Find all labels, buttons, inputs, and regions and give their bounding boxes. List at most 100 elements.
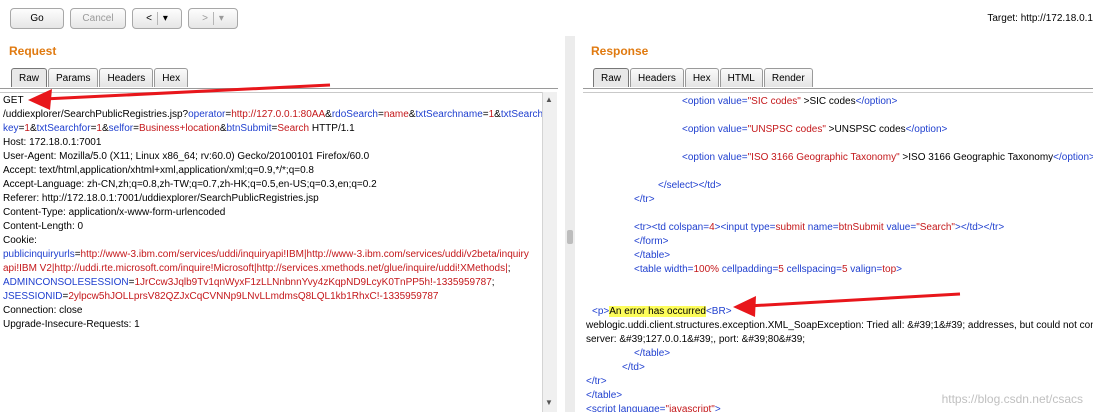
request-line: Accept-Language: zh-CN,zh;q=0.8,zh-TW;q=…	[3, 178, 377, 192]
request-line: JSESSIONID=2ylpcw5hJOLLprsV82QZJxCqCVNNp…	[3, 290, 439, 304]
code-token: </td>	[622, 362, 645, 373]
code-token: &	[408, 109, 416, 120]
code-token: 5	[778, 264, 787, 275]
response-tabs: Raw Headers Hex HTML Render	[593, 68, 814, 88]
tab-raw[interactable]: Raw	[11, 68, 48, 87]
code-token: </table>	[586, 390, 623, 401]
forward-menu-icon: ▾	[218, 13, 224, 24]
tab-hex[interactable]: Hex	[154, 68, 189, 87]
forward-icon: >	[202, 13, 208, 24]
tab-underline	[583, 88, 1093, 89]
code-token: >	[714, 404, 721, 412]
separator	[212, 12, 214, 25]
forward-button[interactable]: > ▾	[188, 8, 238, 29]
code-token: <tr><td	[634, 222, 669, 233]
code-token: http://www-3.ibm.com/services/uddi/inqui…	[80, 249, 529, 260]
code-token: 2ylpcw5hJOLLprsV82QZJxCqCVNNp9LNvLLmdmsQ…	[68, 291, 439, 302]
code-token: 1JrCcw3Jqlb9Tv1qnWyxF1zLLNnbnnYvy4zKqpND…	[134, 277, 492, 288]
code-token: "Search"	[916, 222, 955, 233]
request-title: Request	[9, 44, 57, 58]
response-line: </table>	[634, 249, 670, 263]
code-token: "ISO 3166 Geographic Taxonomy"	[747, 152, 900, 163]
pane-divider[interactable]	[565, 36, 575, 412]
code-token: value=	[717, 152, 748, 163]
code-token: &	[325, 109, 332, 120]
code-token: server: &#39;127.0.0.1&#39;, port: &#39;…	[586, 334, 806, 345]
code-token: </tr>	[634, 194, 655, 205]
code-token: Connection: close	[3, 305, 83, 316]
request-line: GET	[3, 94, 24, 108]
request-line: Content-Length: 0	[3, 220, 83, 234]
divider-grip-icon[interactable]	[567, 230, 573, 244]
tab-raw[interactable]: Raw	[593, 68, 630, 87]
code-token: txtSearchfor	[36, 123, 91, 134]
code-token: Content-Length: 0	[3, 221, 84, 232]
request-line: key=1&txtSearchfor=1&selfor=Business+loc…	[3, 122, 355, 136]
back-icon: <	[146, 13, 152, 24]
code-token: UNSPSC codes	[834, 124, 906, 135]
code-token: <p>	[592, 306, 610, 317]
code-token: colspan=	[668, 222, 710, 233]
code-token: type=	[750, 222, 776, 233]
response-line: <option value="SIC codes" >SIC codes</op…	[682, 95, 897, 109]
tab-headers[interactable]: Headers	[99, 68, 154, 87]
code-token: "javascript"	[665, 404, 715, 412]
code-token: rdoSearch	[331, 109, 378, 120]
code-token: name=	[807, 222, 839, 233]
code-token: Referer: http://172.18.0.1:7001/uddiexpl…	[3, 193, 319, 204]
request-line: Connection: close	[3, 304, 83, 318]
code-token: Search	[277, 123, 310, 134]
watermark: https://blog.csdn.net/csacs	[941, 392, 1083, 406]
code-token: &	[29, 123, 37, 134]
back-menu-icon: ▾	[162, 13, 168, 24]
code-token: HTTP/1.1	[309, 123, 355, 134]
cancel-button[interactable]: Cancel	[70, 8, 126, 29]
back-button[interactable]: < ▾	[132, 8, 182, 29]
tab-params[interactable]: Params	[48, 68, 99, 87]
request-editor[interactable]: GET/uddiexplorer/SearchPublicRegistries.…	[0, 92, 542, 412]
code-token: value=	[717, 124, 748, 135]
code-token: language=	[618, 404, 666, 412]
scroll-up-icon[interactable]: ▲	[545, 95, 553, 104]
code-token: </select></td>	[658, 180, 722, 191]
request-line: Referer: http://172.18.0.1:7001/uddiexpl…	[3, 192, 319, 206]
code-token: </table>	[634, 250, 671, 261]
code-token: ></td></tr>	[954, 222, 1005, 233]
request-line: Accept: text/html,application/xhtml+xml,…	[3, 164, 314, 178]
response-line: </table>	[586, 389, 622, 403]
tab-hex[interactable]: Hex	[684, 68, 719, 87]
code-token: 100%	[693, 264, 722, 275]
code-token: >	[896, 264, 903, 275]
go-button[interactable]: Go	[10, 8, 64, 29]
request-line: publicinquiryurls=http://www-3.ibm.com/s…	[3, 248, 529, 262]
request-tabs: Raw Params Headers Hex	[11, 68, 189, 88]
response-line: <option value="ISO 3166 Geographic Taxon…	[682, 151, 1093, 165]
code-token: </form>	[634, 236, 669, 247]
code-token: >	[825, 124, 835, 135]
response-line: <script language="javascript">	[586, 403, 721, 412]
tab-render[interactable]: Render	[763, 68, 813, 87]
code-token: selfor	[108, 123, 134, 134]
response-line: </select></td>	[658, 179, 721, 193]
code-token: weblogic.uddi.client.structures.exceptio…	[586, 320, 1093, 331]
code-token: cellpadding=	[721, 264, 779, 275]
response-line: </table>	[634, 347, 670, 361]
response-editor[interactable]: <option value="SIC codes" >SIC codes</op…	[583, 92, 1093, 412]
request-scrollbar[interactable]: ▲ ▼	[542, 92, 557, 412]
request-line: Cookie:	[3, 234, 37, 248]
code-token: GET	[3, 95, 24, 106]
code-token: <table	[634, 264, 665, 275]
response-line: </td>	[622, 361, 645, 375]
scroll-down-icon[interactable]: ▼	[545, 398, 553, 407]
code-token: Host: 172.18.0.1:7001	[3, 137, 102, 148]
tab-html[interactable]: HTML	[719, 68, 763, 87]
code-token: value=	[886, 222, 917, 233]
tab-headers[interactable]: Headers	[630, 68, 684, 87]
response-title: Response	[591, 44, 649, 58]
code-token: btnSubmit	[226, 123, 272, 134]
code-token: http://127.0.0.1:80AA	[231, 109, 326, 120]
request-line: ADMINCONSOLESESSION=1JrCcw3Jqlb9Tv1qnWyx…	[3, 276, 495, 290]
request-line: Host: 172.18.0.1:7001	[3, 136, 101, 150]
code-token: Business+location	[138, 123, 220, 134]
go-label: Go	[30, 13, 44, 24]
